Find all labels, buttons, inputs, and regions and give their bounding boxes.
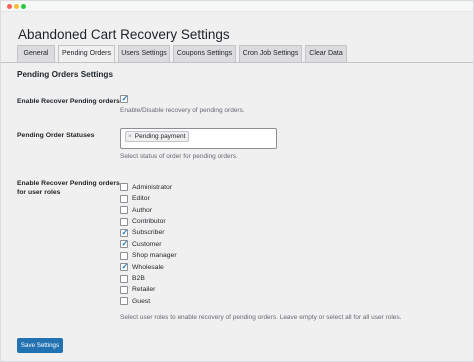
user-roles-label-line1: Enable Recover Pending orders — [17, 180, 120, 187]
pending-statuses-label: Pending Order Statuses — [17, 132, 95, 139]
checkmark-icon: ✓ — [121, 261, 129, 271]
role-checkbox-shop-manager[interactable] — [120, 252, 128, 260]
tab-cron-job-settings[interactable]: Cron Job Settings — [239, 45, 302, 63]
role-label-editor: Editor — [132, 195, 150, 202]
checkmark-icon: ✓ — [121, 238, 129, 248]
minimize-window-icon[interactable] — [14, 4, 19, 9]
remove-chip-icon[interactable]: × — [128, 133, 132, 140]
role-checkbox-retailer[interactable] — [120, 286, 128, 294]
checkmark-icon: ✓ — [121, 227, 129, 237]
role-checkbox-guest[interactable] — [120, 297, 128, 305]
tab-divider — [1, 62, 473, 63]
enable-pending-description: Enable/Disable recovery of pending order… — [120, 107, 245, 114]
role-label-subscriber: Subscriber — [132, 229, 165, 236]
pending-statuses-description: Select status of order for pending order… — [120, 153, 238, 160]
role-label-author: Author — [132, 207, 153, 214]
role-checkbox-author[interactable] — [120, 206, 128, 214]
tab-users-settings[interactable]: Users Settings — [118, 45, 170, 63]
tab-coupons-settings[interactable]: Coupons Settings — [173, 45, 236, 63]
role-label-customer: Customer — [132, 241, 162, 248]
role-label-guest: Guest — [132, 298, 151, 305]
pending-statuses-select[interactable]: × Pending payment — [120, 128, 277, 149]
enable-pending-checkbox[interactable]: ✓ — [120, 93, 129, 103]
user-roles-description: Select user roles to enable recovery of … — [120, 314, 402, 321]
role-checkbox-wholesale[interactable]: ✓ — [120, 261, 129, 271]
status-chip-label: Pending payment — [134, 133, 186, 140]
role-label-shop-manager: Shop manager — [132, 252, 177, 259]
role-checkbox-b2b[interactable] — [120, 275, 128, 283]
close-window-icon[interactable] — [7, 4, 12, 9]
user-roles-label: Enable Recover Pending orders for user r… — [17, 179, 120, 197]
save-settings-button[interactable]: Save Settings — [17, 338, 63, 353]
role-checkbox-contributor[interactable] — [120, 218, 128, 226]
section-title: Pending Orders Settings — [17, 70, 113, 79]
zoom-window-icon[interactable] — [21, 4, 26, 9]
app-window: Abandoned Cart Recovery Settings General… — [0, 0, 474, 362]
enable-pending-label: Enable Recover Pending orders — [17, 98, 120, 105]
role-checkbox-administrator[interactable] — [120, 183, 128, 191]
tab-general[interactable]: General — [17, 45, 55, 63]
role-label-administrator: Administrator — [132, 184, 173, 191]
role-checkbox-subscriber[interactable]: ✓ — [120, 227, 129, 237]
role-label-retailer: Retailer — [132, 286, 156, 293]
role-label-contributor: Contributor — [132, 218, 166, 225]
status-chip-pending-payment: × Pending payment — [125, 131, 190, 142]
role-label-wholesale: Wholesale — [132, 264, 164, 271]
role-checkbox-customer[interactable]: ✓ — [120, 238, 129, 248]
window-titlebar — [1, 1, 473, 12]
checkmark-icon: ✓ — [121, 93, 129, 103]
user-roles-label-line2: for user roles — [17, 189, 61, 196]
role-checkbox-editor[interactable] — [120, 195, 128, 203]
role-label-b2b: B2B — [132, 275, 145, 282]
page-title: Abandoned Cart Recovery Settings — [18, 27, 230, 42]
tab-clear-data[interactable]: Clear Data — [305, 45, 347, 63]
